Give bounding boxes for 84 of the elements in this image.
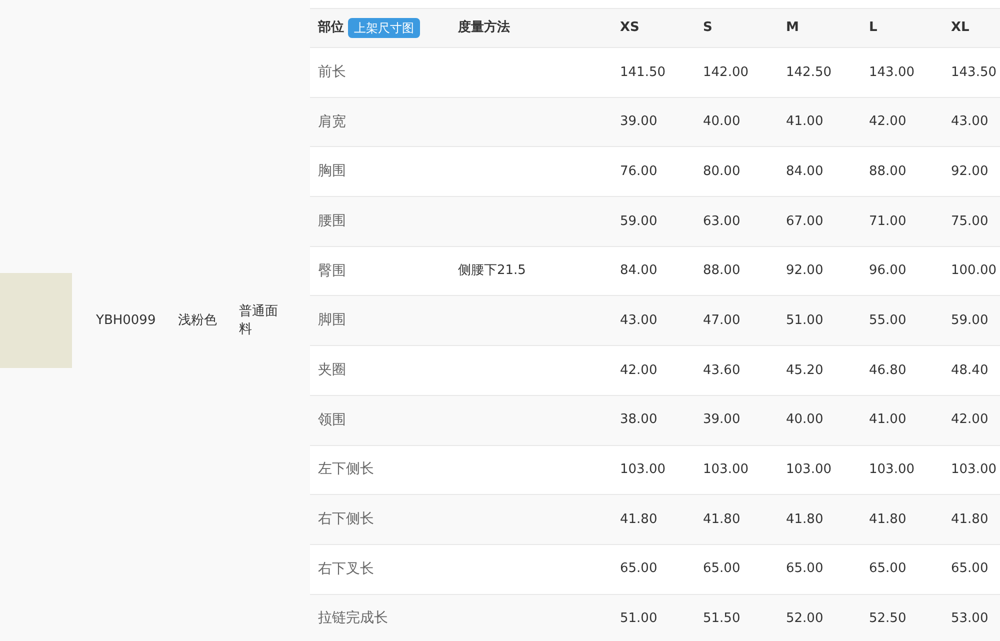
- table-cell: 45.20: [786, 362, 824, 378]
- table-cell: 47.00: [703, 313, 740, 328]
- table-cell: 92.00: [951, 164, 988, 179]
- table-cell: 53.00: [951, 611, 988, 626]
- part-name: 肩宽: [318, 114, 346, 130]
- table-cell: 43.00: [951, 114, 988, 130]
- table-cell: 52.50: [869, 611, 906, 626]
- table-cell: 39.00: [703, 412, 740, 428]
- part-name: 左下侧长: [318, 461, 374, 478]
- table-cell: 55.00: [869, 313, 906, 328]
- table-cell: 59.00: [620, 214, 658, 229]
- part-name: 夹圈: [318, 362, 346, 378]
- table-cell: 100.00: [951, 263, 996, 278]
- part-name: 胸围: [318, 163, 346, 180]
- column-header: S: [703, 19, 712, 38]
- table-cell: 51.00: [620, 611, 658, 626]
- table-cell: 42.00: [869, 114, 906, 130]
- table-cell: 103.00: [869, 462, 914, 478]
- part-name: 前长: [318, 64, 346, 80]
- table-cell: 103.00: [703, 462, 748, 478]
- table-cell: 65.00: [869, 561, 906, 576]
- table-cell: 92.00: [786, 263, 824, 278]
- table-cell: 46.80: [869, 362, 906, 378]
- part-name: 右下叉长: [318, 560, 374, 577]
- measure-method: 侧腰下21.5: [458, 263, 526, 278]
- column-header: 部位: [318, 18, 344, 38]
- part-name: 脚围: [318, 312, 346, 328]
- column-header: 度量方法: [458, 18, 510, 38]
- table-cell: 40.00: [786, 412, 824, 428]
- column-header: XS: [620, 19, 640, 38]
- table-cell: 42.00: [620, 362, 658, 378]
- table-cell: 65.00: [786, 561, 824, 576]
- table-cell: 103.00: [620, 462, 666, 478]
- table-cell: 59.00: [951, 313, 988, 328]
- table-cell: 75.00: [951, 214, 988, 229]
- table-cell: 51.00: [786, 313, 824, 328]
- table-cell: 141.50: [620, 64, 666, 80]
- table-cell: 84.00: [786, 164, 824, 179]
- table-cell: 52.00: [786, 611, 824, 626]
- part-name: 腰围: [318, 212, 346, 229]
- table-cell: 103.00: [786, 462, 832, 478]
- table-cell: 65.00: [951, 561, 988, 576]
- table-cell: 41.80: [786, 512, 824, 527]
- table-cell: 41.80: [869, 512, 906, 527]
- product-color: 浅粉色: [178, 312, 218, 330]
- table-cell: 43.60: [703, 362, 740, 378]
- table-cell: 65.00: [620, 561, 658, 576]
- table-cell: 63.00: [703, 214, 740, 229]
- table-cell: 76.00: [620, 164, 658, 179]
- table-cell: 80.00: [703, 164, 740, 179]
- product-fabric: 普通面料: [239, 302, 279, 338]
- part-name: 领围: [318, 412, 346, 428]
- table-cell: 41.00: [786, 114, 824, 130]
- part-name: 臀围: [318, 262, 346, 279]
- table-cell: 143.00: [869, 64, 914, 80]
- table-cell: 38.00: [620, 412, 658, 428]
- table-cell: 41.80: [620, 512, 658, 527]
- size-chart-button[interactable]: 上架尺寸图: [348, 18, 420, 38]
- part-name: 右下侧长: [318, 511, 374, 528]
- table-cell: 143.50: [951, 64, 996, 80]
- table-cell: 103.00: [951, 462, 996, 478]
- table-cell: 88.00: [869, 164, 906, 179]
- table-cell: 142.50: [786, 64, 832, 80]
- table-cell: 88.00: [703, 263, 740, 278]
- product-code: YBH0099: [96, 312, 157, 330]
- table-cell: 43.00: [620, 313, 658, 328]
- table-cell: 41.80: [951, 512, 988, 527]
- column-header: L: [869, 19, 878, 38]
- table-cell: 51.50: [703, 611, 740, 626]
- table-cell: 96.00: [869, 263, 906, 278]
- column-header: M: [786, 19, 799, 38]
- table-cell: 40.00: [703, 114, 740, 130]
- table-cell: 84.00: [620, 263, 658, 278]
- table-cell: 39.00: [620, 114, 658, 130]
- table-cell: 65.00: [703, 561, 740, 576]
- table-cell: 142.00: [703, 64, 748, 80]
- table-cell: 67.00: [786, 214, 824, 229]
- table-cell: 71.00: [869, 214, 906, 229]
- column-header: XL: [951, 19, 970, 38]
- table-cell: 41.80: [703, 512, 740, 527]
- part-name: 拉链完成长: [318, 610, 388, 626]
- table-cell: 41.00: [869, 412, 906, 428]
- table-cell: 42.00: [951, 412, 988, 428]
- table-cell: 48.40: [951, 362, 988, 378]
